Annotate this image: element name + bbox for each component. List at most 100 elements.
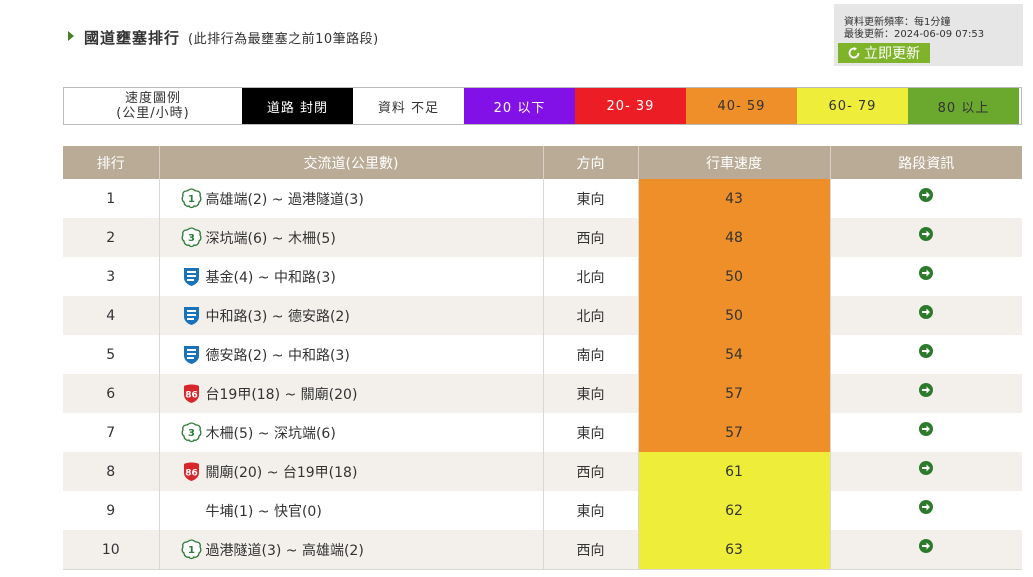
national-highway-3-shield-icon: 3 bbox=[180, 227, 202, 248]
info-cell bbox=[830, 179, 1022, 218]
national-highway-3-shield-icon: 3 bbox=[180, 422, 202, 443]
speed-cell: 48 bbox=[638, 218, 831, 257]
arrow-right-circle-icon[interactable] bbox=[919, 265, 934, 280]
section-name: 台19甲(18) ~ 關廟(20) bbox=[205, 386, 358, 403]
refresh-button-label: 立即更新 bbox=[864, 46, 920, 62]
legend-item: 資料 不足 bbox=[353, 88, 464, 124]
legend-item: 道路 封閉 bbox=[242, 88, 353, 124]
legend-item: 60- 79 bbox=[797, 88, 908, 124]
arrow-right-circle-icon[interactable] bbox=[919, 187, 934, 202]
speed-cell: 63 bbox=[638, 530, 831, 570]
freeway-shield-icon bbox=[181, 344, 202, 365]
legend-title: 速度圖例 (公里/小時) bbox=[64, 88, 242, 124]
direction-cell: 北向 bbox=[543, 296, 639, 335]
direction-cell: 東向 bbox=[543, 179, 639, 218]
speed-cell: 61 bbox=[638, 452, 831, 491]
table-row: 3 基金(4) ~ 中和路(3) 北向 50 bbox=[63, 257, 1022, 296]
arrow-right-circle-icon[interactable] bbox=[919, 382, 934, 397]
legend-title-line2: (公里/小時) bbox=[116, 106, 190, 121]
section-name: 牛埔(1) ~ 快官(0) bbox=[205, 503, 322, 520]
speed-cell: 43 bbox=[638, 179, 831, 218]
section-name: 過港隧道(3) ~ 高雄端(2) bbox=[205, 542, 364, 559]
arrow-right-circle-icon[interactable] bbox=[919, 304, 934, 319]
page-subtitle: (此排行為最壅塞之前10筆路段) bbox=[188, 32, 379, 47]
info-cell bbox=[830, 257, 1022, 296]
legend-title-line1: 速度圖例 bbox=[124, 91, 181, 106]
section-name: 木柵(5) ~ 深坑端(6) bbox=[205, 425, 336, 442]
page-title: 國道壅塞排行 bbox=[84, 29, 181, 47]
table-row: 8 86 關廟(20) ~ 台19甲(18) 西向 61 bbox=[63, 452, 1022, 491]
freeway-shield-icon bbox=[181, 305, 202, 326]
svg-text:86: 86 bbox=[185, 391, 198, 401]
section-cell: 86 台19甲(18) ~ 關廟(20) bbox=[159, 374, 544, 413]
rank-cell: 2 bbox=[63, 218, 160, 257]
freeway-shield-icon bbox=[181, 266, 202, 287]
rank-cell: 4 bbox=[63, 296, 160, 335]
congestion-ranking-table: 排行 交流道(公里數) 方向 行車速度 路段資訊 1 1 高雄端(2) ~ 過港隧道… bbox=[63, 146, 1022, 570]
arrow-right-circle-icon[interactable] bbox=[919, 421, 934, 436]
table-row: 6 86 台19甲(18) ~ 關廟(20) 東向 57 bbox=[63, 374, 1022, 413]
section-cell: 中和路(3) ~ 德安路(2) bbox=[159, 296, 544, 335]
direction-cell: 南向 bbox=[543, 335, 639, 374]
table-row: 7 3 木柵(5) ~ 深坑端(6) 東向 57 bbox=[63, 413, 1022, 452]
direction-cell: 西向 bbox=[543, 218, 639, 257]
section-name: 德安路(2) ~ 中和路(3) bbox=[205, 347, 350, 364]
refresh-now-button[interactable]: 立即更新 bbox=[838, 43, 930, 63]
info-cell bbox=[830, 491, 1022, 530]
last-update-time: 最後更新：2024-06-09 07:53 bbox=[844, 29, 985, 40]
section-cell: 3 深坑端(6) ~ 木柵(5) bbox=[159, 218, 544, 257]
header-rank: 排行 bbox=[63, 146, 160, 179]
arrow-right-circle-icon[interactable] bbox=[919, 538, 934, 553]
arrow-right-circle-icon[interactable] bbox=[919, 226, 934, 241]
section-cell: 3 木柵(5) ~ 深坑端(6) bbox=[159, 413, 544, 452]
expressway-86-shield-icon: 86 bbox=[181, 461, 202, 482]
rank-cell: 5 bbox=[63, 335, 160, 374]
section-name: 基金(4) ~ 中和路(3) bbox=[205, 269, 336, 286]
table-row: 10 1 過港隧道(3) ~ 高雄端(2) 西向 63 bbox=[63, 530, 1022, 570]
update-panel: 資料更新頻率：每1分鐘 最後更新：2024-06-09 07:53 立即更新 bbox=[834, 4, 1023, 66]
direction-cell: 西向 bbox=[543, 452, 639, 491]
direction-cell: 西向 bbox=[543, 530, 639, 570]
table-row: 2 3 深坑端(6) ~ 木柵(5) 西向 48 bbox=[63, 218, 1022, 257]
table-row: 4 中和路(3) ~ 德安路(2) 北向 50 bbox=[63, 296, 1022, 335]
svg-text:86: 86 bbox=[185, 469, 198, 479]
svg-text:3: 3 bbox=[188, 233, 195, 244]
rank-cell: 1 bbox=[63, 179, 160, 218]
header-section: 交流道(公里數) bbox=[159, 146, 544, 179]
info-cell bbox=[830, 335, 1022, 374]
legend-item: 80 以上 bbox=[908, 88, 1019, 124]
expressway-86-shield-icon: 86 bbox=[181, 383, 202, 404]
speed-cell: 54 bbox=[638, 335, 831, 374]
refresh-icon bbox=[848, 47, 860, 59]
info-cell bbox=[830, 218, 1022, 257]
svg-text:1: 1 bbox=[188, 545, 195, 556]
national-highway-1-shield-icon: 1 bbox=[180, 539, 202, 560]
section-name: 中和路(3) ~ 德安路(2) bbox=[205, 308, 350, 325]
table-row: 9 牛埔(1) ~ 快官(0) 東向 62 bbox=[63, 491, 1022, 530]
header-direction: 方向 bbox=[543, 146, 639, 179]
triangle-bullet-icon bbox=[68, 31, 74, 41]
rank-cell: 7 bbox=[63, 413, 160, 452]
info-cell bbox=[830, 530, 1022, 570]
direction-cell: 東向 bbox=[543, 413, 639, 452]
legend-item: 20- 39 bbox=[575, 88, 686, 124]
info-cell bbox=[830, 452, 1022, 491]
rank-cell: 8 bbox=[63, 452, 160, 491]
header-speed: 行車速度 bbox=[638, 146, 831, 179]
rank-cell: 3 bbox=[63, 257, 160, 296]
arrow-right-circle-icon[interactable] bbox=[919, 460, 934, 475]
arrow-right-circle-icon[interactable] bbox=[919, 343, 934, 358]
rank-cell: 10 bbox=[63, 530, 160, 570]
page-title-row: 國道壅塞排行 (此排行為最壅塞之前10筆路段) bbox=[68, 27, 379, 48]
section-name: 深坑端(6) ~ 木柵(5) bbox=[205, 230, 336, 247]
section-name: 關廟(20) ~ 台19甲(18) bbox=[205, 464, 358, 481]
svg-text:1: 1 bbox=[188, 194, 195, 205]
blank-icon bbox=[181, 500, 202, 521]
arrow-right-circle-icon[interactable] bbox=[919, 499, 934, 514]
info-cell bbox=[830, 374, 1022, 413]
section-cell: 基金(4) ~ 中和路(3) bbox=[159, 257, 544, 296]
table-header-row: 排行 交流道(公里數) 方向 行車速度 路段資訊 bbox=[63, 146, 1022, 179]
legend-item: 40- 59 bbox=[686, 88, 797, 124]
legend-item: 20 以下 bbox=[464, 88, 575, 124]
table-row: 5 德安路(2) ~ 中和路(3) 南向 54 bbox=[63, 335, 1022, 374]
